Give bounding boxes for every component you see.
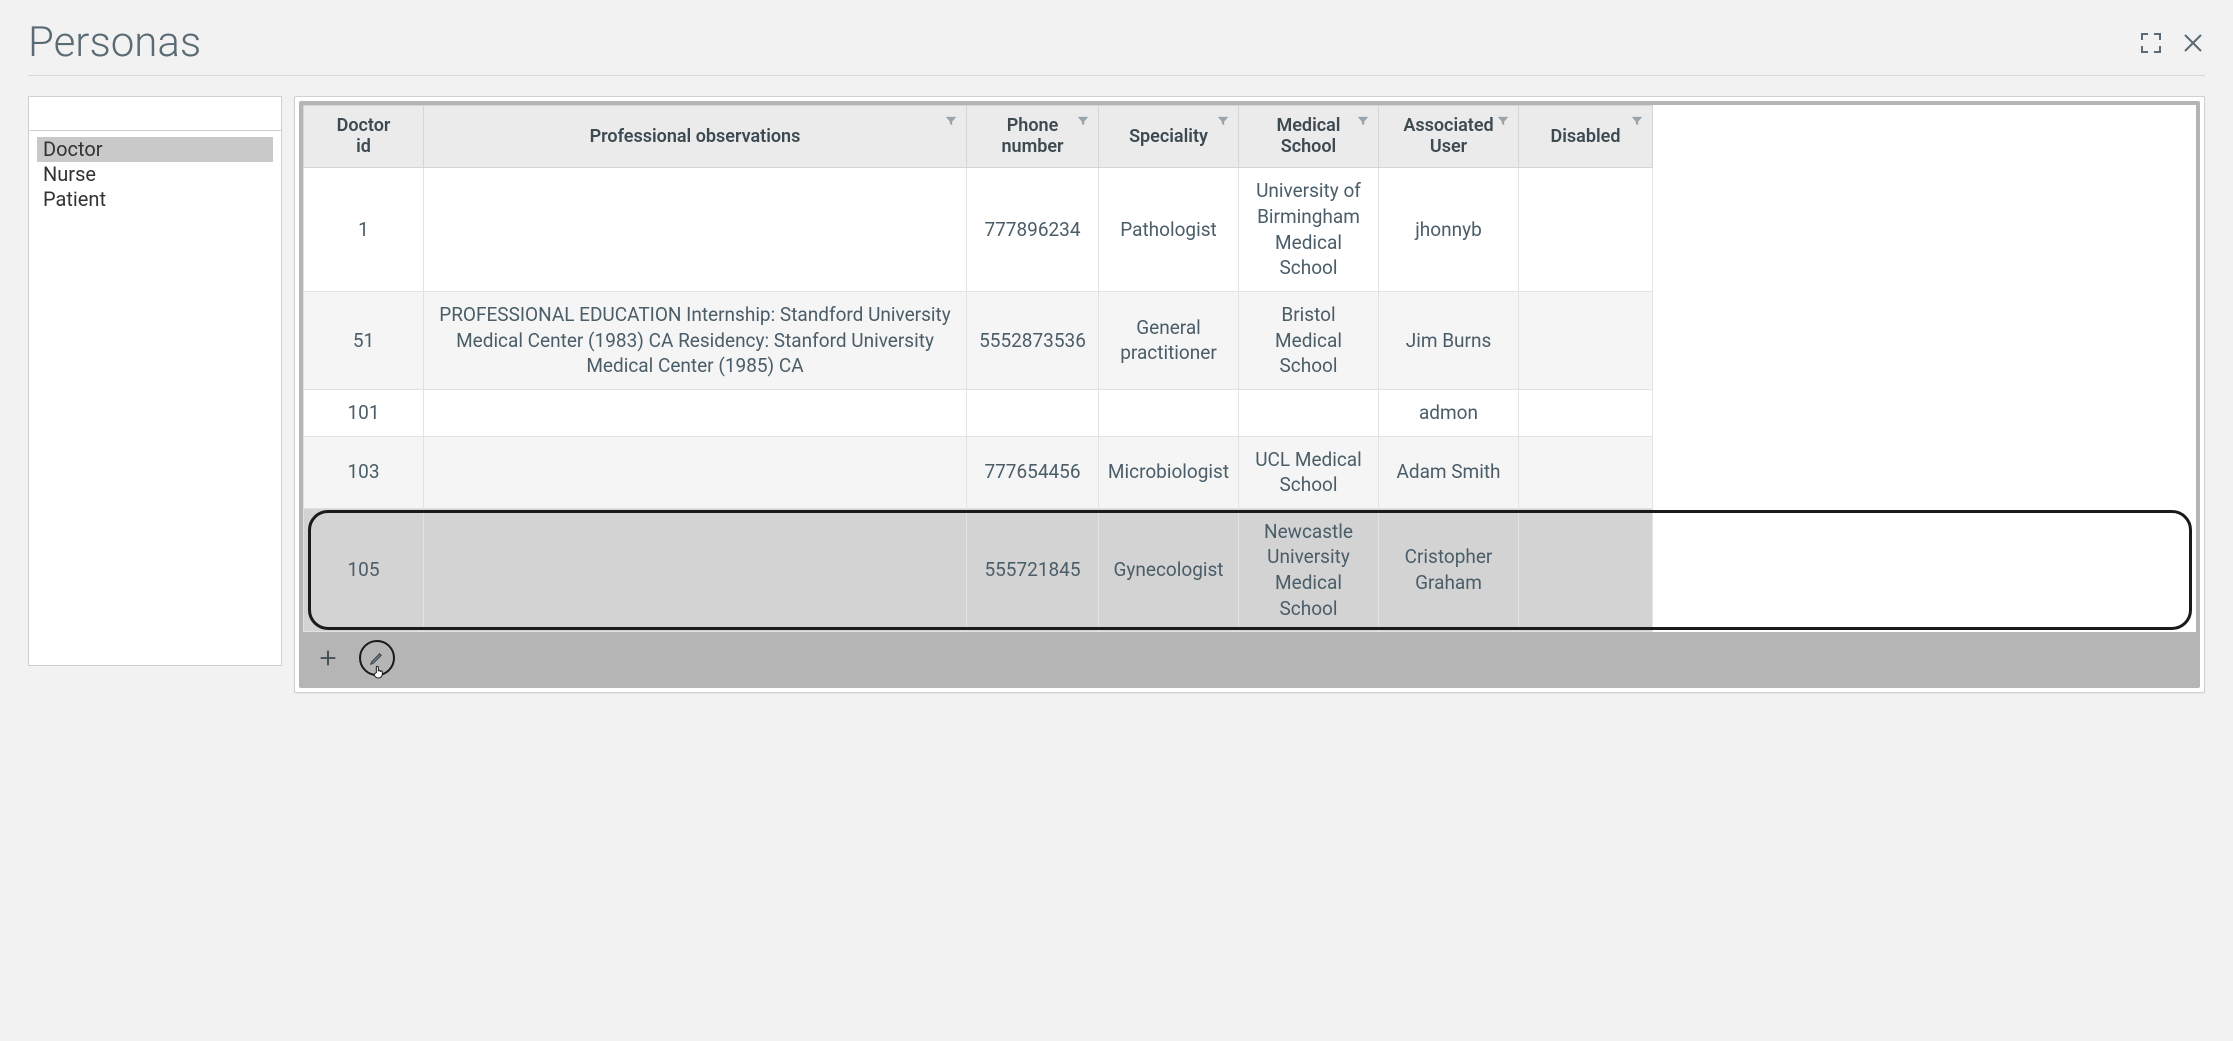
filter-icon[interactable]	[1630, 114, 1644, 128]
cell-obs	[424, 168, 967, 292]
cell-user: Adam Smith	[1379, 436, 1519, 508]
filter-icon[interactable]	[1496, 114, 1510, 128]
table-row[interactable]: 101 admon	[304, 389, 2196, 436]
column-header-obs[interactable]: Professional observations	[424, 106, 967, 168]
data-table: Doctorid Professional observations Phonenu…	[303, 105, 2196, 632]
table-header-row: Doctorid Professional observations Phonenu…	[304, 106, 2196, 168]
table-row[interactable]: 51PROFESSIONAL EDUCATION Internship: Sta…	[304, 291, 2196, 389]
cell-id: 1	[304, 168, 424, 292]
sidebar-item-nurse[interactable]: Nurse	[37, 162, 273, 187]
page-title: Personas	[28, 18, 201, 67]
cell-spec: Microbiologist	[1099, 436, 1239, 508]
cell-obs: PROFESSIONAL EDUCATION Internship: Stand…	[424, 291, 967, 389]
cell-id: 103	[304, 436, 424, 508]
edit-button[interactable]	[359, 640, 395, 676]
column-header-spec[interactable]: Speciality	[1099, 106, 1239, 168]
column-header-label: Disabled	[1551, 127, 1621, 148]
table-body: 1 777896234PathologistUniversity of Birmi…	[304, 168, 2196, 632]
expand-icon[interactable]	[2139, 31, 2163, 55]
sidebar: DoctorNursePatient	[28, 96, 282, 666]
persona-list: DoctorNursePatient	[29, 131, 281, 665]
table-row[interactable]: 105 555721845GynecologistNewcastle Univer…	[304, 508, 2196, 632]
sidebar-item-patient[interactable]: Patient	[37, 187, 273, 212]
cell-phone: 5552873536	[967, 291, 1099, 389]
column-header-id[interactable]: Doctorid	[304, 106, 424, 168]
close-icon[interactable]	[2181, 31, 2205, 55]
content-area: DoctorNursePatient Doctorid Professional …	[28, 96, 2205, 693]
cell-school	[1239, 389, 1379, 436]
column-header-school[interactable]: MedicalSchool	[1239, 106, 1379, 168]
page-header: Personas	[28, 18, 2205, 76]
cell-dis	[1519, 389, 1653, 436]
cell-phone: 777896234	[967, 168, 1099, 292]
column-header-label: MedicalSchool	[1277, 116, 1341, 157]
cursor-hand-icon	[371, 664, 387, 680]
cell-user: jhonnyb	[1379, 168, 1519, 292]
cell-school: UCL Medical School	[1239, 436, 1379, 508]
column-header-label: Doctorid	[337, 116, 391, 157]
cell-obs	[424, 389, 967, 436]
cell-school: Newcastle University Medical School	[1239, 508, 1379, 632]
table-toolbar	[303, 632, 2196, 684]
filter-icon[interactable]	[1356, 114, 1370, 128]
cell-obs	[424, 436, 967, 508]
filter-icon[interactable]	[1216, 114, 1230, 128]
table-row[interactable]: 103 777654456MicrobiologistUCL Medical Sc…	[304, 436, 2196, 508]
cell-spec: General practitioner	[1099, 291, 1239, 389]
column-header-label: Speciality	[1129, 127, 1208, 148]
cell-id: 51	[304, 291, 424, 389]
cell-school: Bristol Medical School	[1239, 291, 1379, 389]
cell-id: 101	[304, 389, 424, 436]
cell-user: Jim Burns	[1379, 291, 1519, 389]
filter-icon[interactable]	[1076, 114, 1090, 128]
table-wrap: Doctorid Professional observations Phonenu…	[299, 101, 2200, 688]
cell-user: admon	[1379, 389, 1519, 436]
cell-spec: Gynecologist	[1099, 508, 1239, 632]
cell-spec: Pathologist	[1099, 168, 1239, 292]
main-panel: Doctorid Professional observations Phonenu…	[294, 96, 2205, 693]
add-button[interactable]	[317, 647, 339, 669]
column-header-user[interactable]: AssociatedUser	[1379, 106, 1519, 168]
column-header-label: Professional observations	[590, 127, 801, 148]
cell-dis	[1519, 508, 1653, 632]
cell-spec	[1099, 389, 1239, 436]
cell-dis	[1519, 436, 1653, 508]
column-header-label: Phonenumber	[1001, 116, 1063, 157]
cell-school: University of Birmingham Medical School	[1239, 168, 1379, 292]
cell-dis	[1519, 291, 1653, 389]
table-row[interactable]: 1 777896234PathologistUniversity of Birmi…	[304, 168, 2196, 292]
search-input[interactable]	[39, 103, 271, 124]
cell-phone: 555721845	[967, 508, 1099, 632]
cell-id: 105	[304, 508, 424, 632]
sidebar-item-doctor[interactable]: Doctor	[37, 137, 273, 162]
cell-obs	[424, 508, 967, 632]
column-header-phone[interactable]: Phonenumber	[967, 106, 1099, 168]
filter-icon[interactable]	[944, 114, 958, 128]
search-wrap	[29, 97, 281, 131]
cell-phone: 777654456	[967, 436, 1099, 508]
column-header-dis[interactable]: Disabled	[1519, 106, 1653, 168]
column-header-label: AssociatedUser	[1403, 116, 1493, 157]
cell-user: Cristopher Graham	[1379, 508, 1519, 632]
cell-phone	[967, 389, 1099, 436]
header-actions	[2139, 31, 2205, 55]
cell-dis	[1519, 168, 1653, 292]
